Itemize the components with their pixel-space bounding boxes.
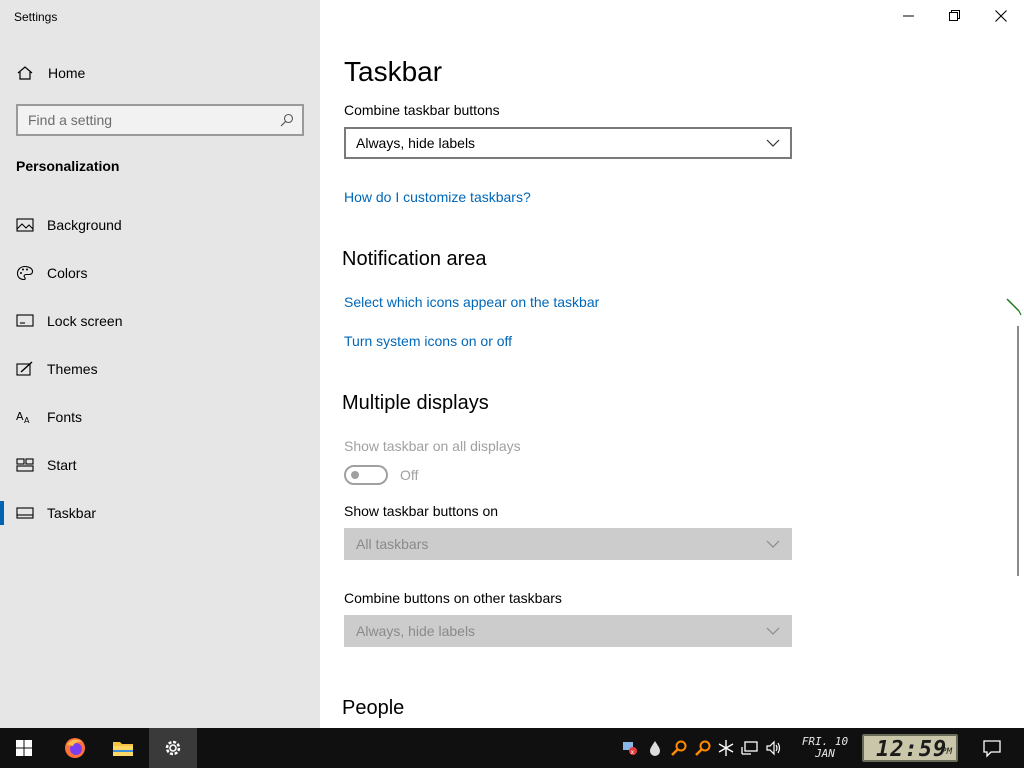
firefox-button[interactable] <box>51 728 99 768</box>
sidebar-item-label: Fonts <box>47 409 83 425</box>
svg-text:A: A <box>16 410 24 423</box>
notification-area-heading: Notification area <box>342 248 487 270</box>
chevron-down-icon <box>766 540 780 548</box>
main-content: Taskbar Combine taskbar buttons Always, … <box>320 0 1024 728</box>
sidebar-item-themes[interactable]: Themes <box>0 349 320 389</box>
sidebar-item-label: Taskbar <box>47 505 97 521</box>
taskbar-icon <box>16 507 34 519</box>
volume-icon[interactable] <box>765 739 783 757</box>
themes-icon <box>16 361 33 376</box>
combine-dropdown[interactable]: Always, hide labels <box>344 127 792 159</box>
start-button[interactable] <box>0 728 48 768</box>
start-icon <box>16 458 34 472</box>
people-heading: People <box>342 697 405 719</box>
combine-label: Combine taskbar buttons <box>344 102 500 118</box>
taskbar-date[interactable]: FRI. 10 JAN <box>799 736 851 760</box>
system-icons-link[interactable]: Turn system icons on or off <box>344 333 512 349</box>
notifications-icon[interactable] <box>982 738 1002 758</box>
cursor-icon <box>1006 298 1022 316</box>
show-buttons-on-value: All taskbars <box>356 536 429 552</box>
search-icon[interactable] <box>280 113 294 127</box>
sidebar: Settings Home Personalization Background… <box>0 0 320 728</box>
search-tool-icon[interactable] <box>670 739 688 757</box>
firefox-icon <box>65 738 85 758</box>
nav-home-label: Home <box>48 65 86 81</box>
combine-dropdown-value: Always, hide labels <box>356 135 476 151</box>
scrollbar[interactable] <box>1017 326 1019 576</box>
taskbar-clock[interactable]: 12:59 PM <box>862 734 958 762</box>
snowflake-icon[interactable] <box>717 739 735 757</box>
home-icon <box>17 66 33 80</box>
show-all-displays-toggle[interactable] <box>344 465 388 485</box>
network-alert-icon[interactable]: x <box>621 739 639 757</box>
app-title: Settings <box>14 10 58 24</box>
sidebar-item-fonts[interactable]: A A Fonts <box>0 397 320 437</box>
windows-icon <box>16 740 32 756</box>
folder-icon <box>113 742 133 756</box>
fonts-icon: A A <box>16 410 30 425</box>
clock-time: 12:59 <box>876 737 948 762</box>
search-box[interactable] <box>16 104 304 136</box>
sidebar-item-label: Background <box>47 217 122 233</box>
sidebar-item-background[interactable]: Background <box>0 205 320 245</box>
taskbar: x FRI. 10 JAN 12:59 PM <box>0 728 1024 768</box>
clock-ampm: PM <box>941 747 952 757</box>
search-input[interactable] <box>18 106 258 134</box>
picture-icon <box>16 218 34 232</box>
file-explorer-button[interactable] <box>99 728 147 768</box>
sidebar-item-label: Start <box>47 457 77 473</box>
sidebar-item-colors[interactable]: Colors <box>0 253 320 293</box>
palette-icon <box>16 265 34 281</box>
sidebar-item-lock-screen[interactable]: Lock screen <box>0 301 320 341</box>
network-icon[interactable] <box>741 739 759 757</box>
multiple-displays-heading: Multiple displays <box>342 392 489 414</box>
customize-taskbars-link[interactable]: How do I customize taskbars? <box>344 189 531 205</box>
combine-other-dropdown[interactable]: Always, hide labels <box>344 615 792 647</box>
section-title: Personalization <box>16 158 120 174</box>
show-all-displays-label: Show taskbar on all displays <box>344 438 521 454</box>
date-line-2: JAN <box>815 747 835 760</box>
sidebar-item-label: Themes <box>47 361 98 377</box>
svg-text:x: x <box>631 749 635 756</box>
chevron-down-icon <box>766 139 780 147</box>
sidebar-item-label: Lock screen <box>47 313 123 329</box>
nav-home[interactable]: Home <box>0 56 320 90</box>
show-buttons-on-label: Show taskbar buttons on <box>344 503 499 519</box>
sidebar-item-taskbar[interactable]: Taskbar <box>0 493 320 533</box>
lock-screen-icon <box>16 314 34 327</box>
toggle-state-label: Off <box>400 467 419 483</box>
combine-other-label: Combine buttons on other taskbars <box>344 590 562 606</box>
settings-taskbar-button[interactable] <box>149 728 197 768</box>
search-tool-icon-2[interactable] <box>694 739 712 757</box>
page-title: Taskbar <box>344 56 443 87</box>
droplet-icon[interactable] <box>646 739 664 757</box>
svg-text:A: A <box>24 416 30 425</box>
combine-other-value: Always, hide labels <box>356 623 476 639</box>
sidebar-item-label: Colors <box>47 265 88 281</box>
sidebar-item-start[interactable]: Start <box>0 445 320 485</box>
show-buttons-on-dropdown[interactable]: All taskbars <box>344 528 792 560</box>
gear-icon <box>165 740 181 756</box>
select-icons-link[interactable]: Select which icons appear on the taskbar <box>344 294 599 310</box>
chevron-down-icon <box>766 627 780 635</box>
